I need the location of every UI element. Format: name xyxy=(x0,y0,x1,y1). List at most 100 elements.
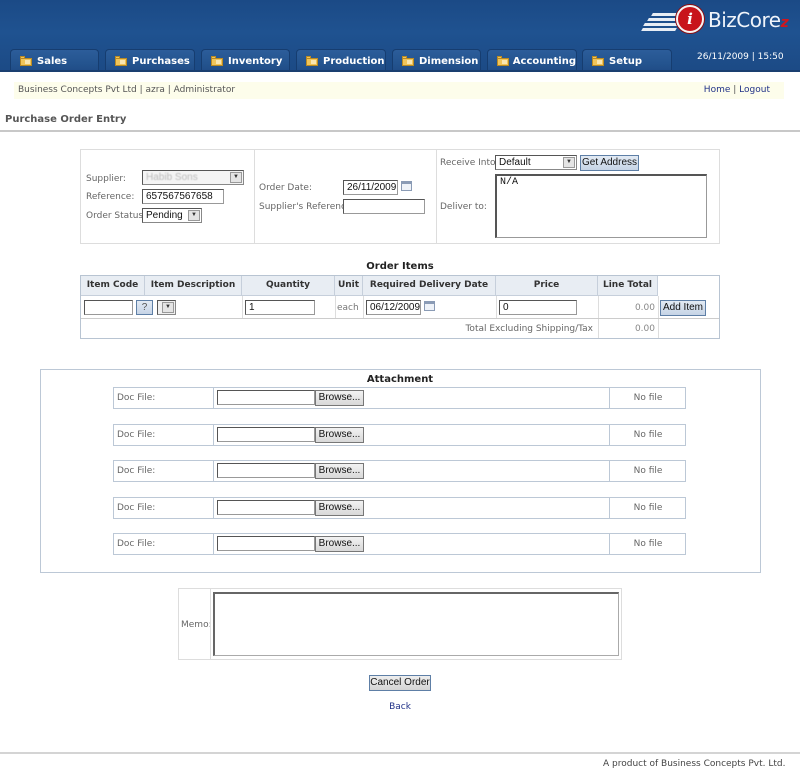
footer-text: A product of Business Concepts Pvt. Ltd. xyxy=(603,759,786,769)
order-status-select[interactable]: Pending ▼ xyxy=(142,208,202,223)
column-header: Item Description xyxy=(145,276,242,296)
title-divider xyxy=(0,130,800,132)
bizcore-logo: i BizCorez xyxy=(641,5,800,37)
item-lookup-button[interactable]: ? xyxy=(136,300,153,315)
footer-divider xyxy=(0,752,800,754)
tab-label: Inventory xyxy=(228,55,283,67)
folder-icon xyxy=(211,56,223,66)
tab-label: Sales xyxy=(37,55,68,67)
folder-icon xyxy=(20,56,32,66)
tab-inventory[interactable]: Inventory xyxy=(201,49,290,72)
logo-i-icon: i xyxy=(676,5,704,33)
doc-file-label: Doc File: xyxy=(117,393,156,403)
supplier-select[interactable]: Habib Sons ▼ xyxy=(142,170,244,185)
price-input[interactable]: 0 xyxy=(499,300,577,315)
unit-value: each xyxy=(337,303,359,313)
doc-file-label: Doc File: xyxy=(117,430,156,440)
suppliers-reference-input[interactable] xyxy=(343,199,425,214)
get-address-button[interactable]: Get Address xyxy=(580,155,639,171)
order-date-input[interactable]: 26/11/2009 xyxy=(343,180,398,195)
reference-input[interactable]: 657567567658 xyxy=(142,189,224,204)
browse-button[interactable]: Browse... xyxy=(315,536,364,552)
total-label: Total Excluding Shipping/Tax xyxy=(465,324,593,334)
memo-section: Memo: xyxy=(178,588,622,660)
supplier-label: Supplier: xyxy=(86,174,126,184)
total-value: 0.00 xyxy=(634,324,655,334)
home-link[interactable]: Home xyxy=(704,85,731,95)
file-path-input[interactable] xyxy=(217,427,315,442)
tab-dimension[interactable]: Dimension xyxy=(392,49,481,72)
order-date-label: Order Date: xyxy=(259,183,312,193)
suppliers-reference-label: Supplier's Reference: xyxy=(259,202,355,212)
column-header: Required Delivery Date xyxy=(363,276,496,296)
tab-label: Accounting xyxy=(512,55,576,67)
folder-icon xyxy=(592,56,604,66)
tab-production[interactable]: Production xyxy=(296,49,386,72)
file-path-input[interactable] xyxy=(217,536,315,551)
calendar-icon[interactable] xyxy=(424,301,435,311)
file-path-input[interactable] xyxy=(217,500,315,515)
folder-icon xyxy=(402,56,414,66)
folder-icon xyxy=(306,56,318,66)
quantity-input[interactable]: 1 xyxy=(245,300,315,315)
tab-purchases[interactable]: Purchases xyxy=(105,49,195,72)
order-header-form: Supplier: Habib Sons ▼ Reference: 657567… xyxy=(80,149,720,244)
column-header: Unit xyxy=(335,276,363,296)
item-description-select[interactable]: ▼ xyxy=(157,300,176,315)
browse-button[interactable]: Browse... xyxy=(315,390,364,406)
calendar-icon[interactable] xyxy=(401,181,412,191)
app-header: i BizCorez Sales Purchases Inventory Pro… xyxy=(0,0,800,72)
tab-label: Purchases xyxy=(132,55,190,67)
logo-text: BizCore xyxy=(708,8,781,32)
deliver-to-label: Deliver to: xyxy=(440,202,487,212)
order-status-value: Pending xyxy=(146,210,183,221)
doc-file-label: Doc File: xyxy=(117,466,156,476)
deliver-to-textarea[interactable]: N/A xyxy=(495,174,707,238)
tab-label: Setup xyxy=(609,55,643,67)
file-status: No file xyxy=(633,503,663,513)
tab-sales[interactable]: Sales xyxy=(10,49,99,72)
link-separator: | xyxy=(733,85,737,95)
doc-file-label: Doc File: xyxy=(117,503,156,513)
chevron-down-icon: ▼ xyxy=(230,172,242,183)
supplier-value: Habib Sons xyxy=(146,172,198,183)
chevron-down-icon: ▼ xyxy=(162,302,174,313)
company-user-info: Business Concepts Pvt Ltd | azra | Admin… xyxy=(18,85,236,95)
doc-file-label: Doc File: xyxy=(117,539,156,549)
attachment-row: Doc File: Browse... No file xyxy=(113,460,686,482)
receive-into-label: Receive Into: xyxy=(440,158,499,168)
logout-link[interactable]: Logout xyxy=(739,85,770,95)
reference-label: Reference: xyxy=(86,192,135,202)
attachments-title: Attachment xyxy=(366,374,434,385)
receive-into-select[interactable]: Default ▼ xyxy=(495,155,577,170)
receive-into-value: Default xyxy=(499,157,531,168)
user-info-bar: Business Concepts Pvt Ltd | azra | Admin… xyxy=(14,82,784,99)
chevron-down-icon: ▼ xyxy=(188,210,200,221)
browse-button[interactable]: Browse... xyxy=(315,500,364,516)
order-items-title: Order Items xyxy=(366,261,434,272)
delivery-date-input[interactable]: 06/12/2009 xyxy=(366,300,421,315)
order-items-table: Item Code Item Description Quantity Unit… xyxy=(80,275,720,339)
column-header: Item Code xyxy=(81,276,145,296)
chevron-down-icon: ▼ xyxy=(563,157,575,168)
tab-setup[interactable]: Setup xyxy=(582,49,672,72)
browse-button[interactable]: Browse... xyxy=(315,427,364,443)
column-header: Price xyxy=(496,276,598,296)
order-status-label: Order Status: xyxy=(86,211,147,221)
tab-accounting[interactable]: Accounting xyxy=(487,49,577,72)
add-item-button[interactable]: Add Item xyxy=(660,300,706,316)
file-status: No file xyxy=(633,430,663,440)
back-link[interactable]: Back xyxy=(389,702,411,712)
page-title: Purchase Order Entry xyxy=(5,114,127,125)
attachment-row: Doc File: Browse... No file xyxy=(113,387,686,409)
item-code-input[interactable] xyxy=(84,300,133,315)
browse-button[interactable]: Browse... xyxy=(315,463,364,479)
cancel-order-button[interactable]: Cancel Order xyxy=(369,675,431,691)
file-path-input[interactable] xyxy=(217,390,315,405)
attachment-row: Doc File: Browse... No file xyxy=(113,533,686,555)
folder-icon xyxy=(497,56,509,66)
line-total-value: 0.00 xyxy=(634,303,655,313)
memo-textarea[interactable] xyxy=(213,592,619,656)
file-path-input[interactable] xyxy=(217,463,315,478)
tab-label: Dimension xyxy=(419,55,479,67)
